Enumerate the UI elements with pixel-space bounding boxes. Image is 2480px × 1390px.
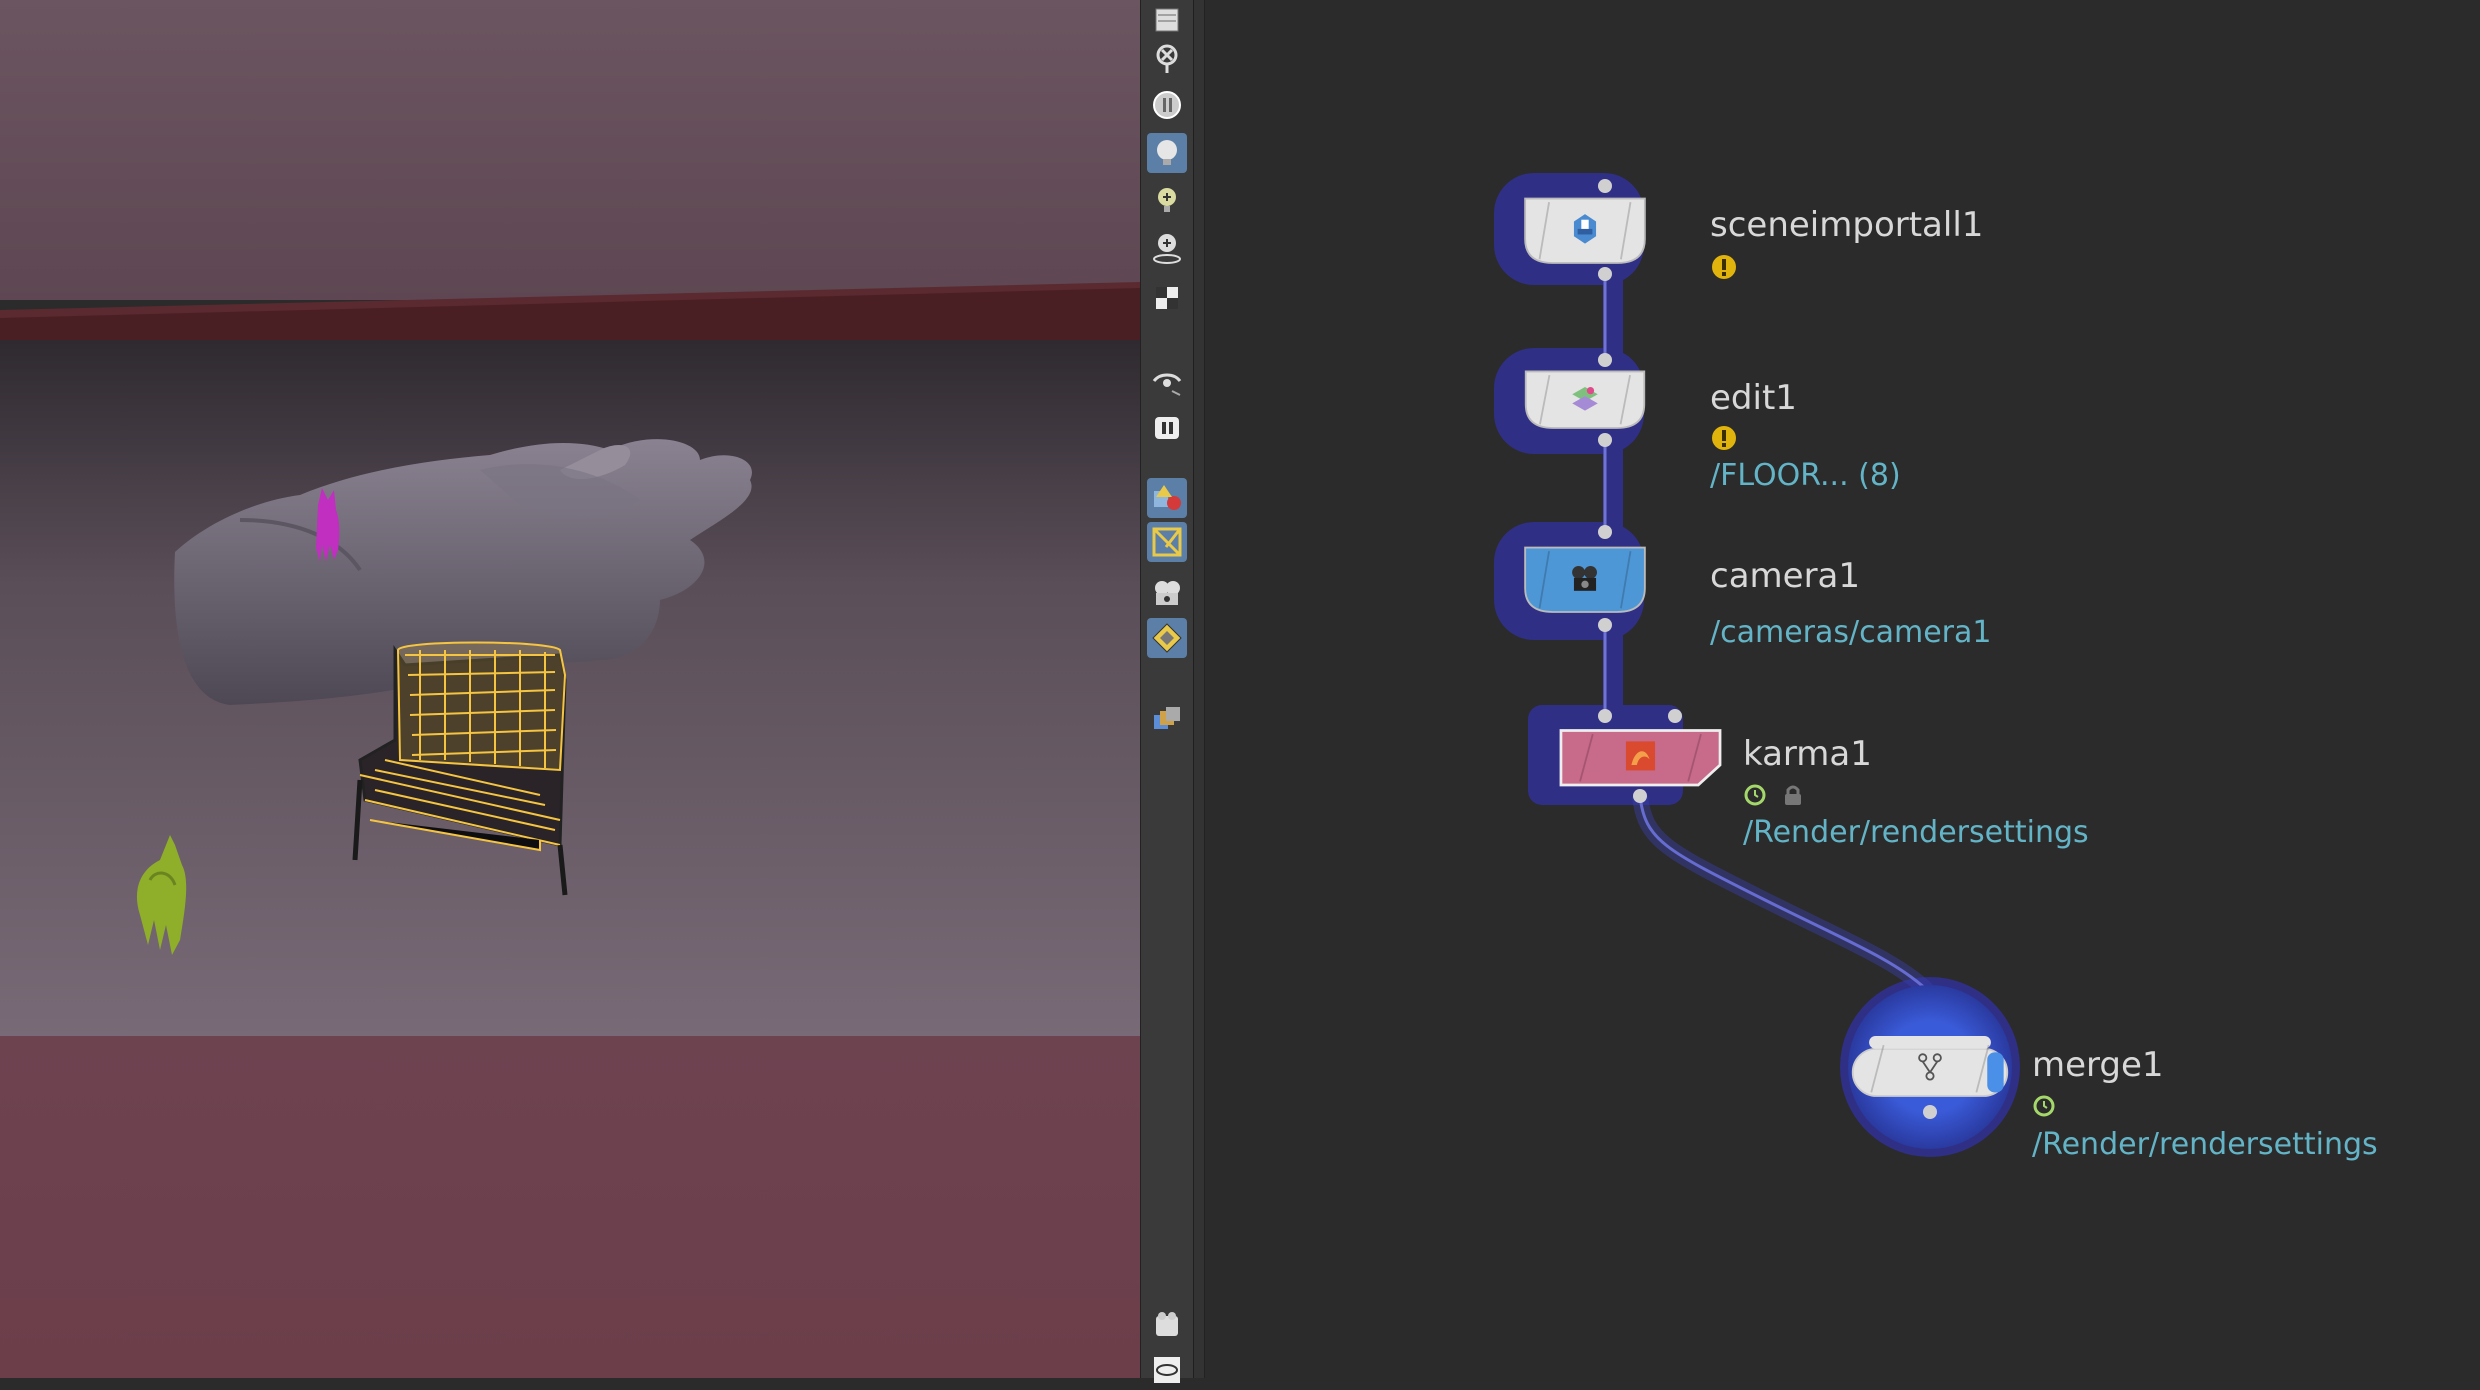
- layers-tool-button[interactable]: [1147, 700, 1187, 740]
- time-dependent-icon: [2032, 1094, 2056, 1122]
- pause-render-icon: [1155, 417, 1179, 439]
- headlight-icon: [1153, 91, 1181, 119]
- light-placer-icon: [1153, 234, 1181, 264]
- camera-reel-icon: [1155, 581, 1180, 605]
- node-port[interactable]: [1598, 525, 1612, 539]
- node-port[interactable]: [1923, 1105, 1937, 1119]
- shapes-tool-button[interactable]: [1147, 478, 1187, 518]
- render-cube-tool-button[interactable]: [1147, 278, 1187, 318]
- node-path-label: /Render/rendersettings: [2032, 1127, 2378, 1162]
- scene-viewport[interactable]: [0, 0, 1140, 1378]
- karma-render-icon: [1625, 741, 1656, 771]
- display-options-tool-button[interactable]: [1147, 0, 1187, 40]
- node-port[interactable]: [1598, 267, 1612, 281]
- node-edit1[interactable]: [1520, 366, 1650, 429]
- lop-close-icon: [1156, 44, 1178, 73]
- view-eye-icon: [1152, 373, 1182, 396]
- add-light-icon: [1158, 188, 1176, 212]
- node-port[interactable]: [1598, 353, 1612, 367]
- view-eye-tool-button[interactable]: [1147, 362, 1187, 402]
- node-merge1[interactable]: [1845, 1036, 2015, 1097]
- node-path-label: /FLOOR... (8): [1710, 458, 1901, 493]
- node-karma1[interactable]: [1553, 725, 1728, 787]
- render-cube-icon: [1156, 287, 1178, 309]
- node-port[interactable]: [1598, 618, 1612, 632]
- node-port[interactable]: [1598, 709, 1612, 723]
- viewport-toolbar: [1140, 0, 1195, 1383]
- time-dependent-icon: [1743, 783, 1767, 811]
- eye-small-tool-button[interactable]: [1147, 1350, 1187, 1390]
- add-light-tool-button[interactable]: [1147, 180, 1187, 220]
- node-label[interactable]: merge1: [2032, 1045, 2164, 1085]
- node-port[interactable]: [1633, 789, 1647, 803]
- snap-diamond-tool-button[interactable]: [1147, 618, 1187, 658]
- node-port[interactable]: [1668, 709, 1682, 723]
- camera-reel-tool-button[interactable]: [1147, 572, 1187, 612]
- viewport-canvas[interactable]: [0, 0, 1140, 1378]
- node-label[interactable]: camera1: [1710, 556, 1860, 596]
- flipbook-icon: [1156, 1312, 1178, 1336]
- foreground-ground: [0, 1036, 1140, 1378]
- light-placer-tool-button[interactable]: [1147, 228, 1187, 268]
- lock-icon: [1781, 783, 1805, 811]
- node-camera1[interactable]: [1520, 542, 1650, 613]
- sky-background: [0, 0, 1140, 300]
- node-port[interactable]: [1598, 179, 1612, 193]
- pane-divider[interactable]: [1194, 0, 1205, 1378]
- select-transform-icon: [1152, 527, 1182, 557]
- headlight-tool-button[interactable]: [1147, 85, 1187, 125]
- pause-render-tool-button[interactable]: [1147, 408, 1187, 448]
- node-path-label: /cameras/camera1: [1710, 615, 1992, 650]
- node-port[interactable]: [1598, 433, 1612, 447]
- warning-icon: [1710, 424, 1738, 456]
- node-sceneimportall1[interactable]: [1520, 193, 1650, 264]
- layers-icon: [1154, 707, 1180, 729]
- lop-close-tool-button[interactable]: [1147, 38, 1187, 78]
- display-options-icon: [1155, 8, 1179, 32]
- node-label[interactable]: edit1: [1710, 378, 1797, 418]
- light-bulb-tool-button[interactable]: [1147, 133, 1187, 173]
- node-path-label: /Render/rendersettings: [1743, 815, 2089, 850]
- light-bulb-icon: [1157, 140, 1177, 165]
- network-editor[interactable]: sceneimportall1 edit1/FLOOR... (8) camera1…: [1205, 0, 2480, 1378]
- shapes-icon: [1154, 485, 1181, 510]
- flipbook-tool-button[interactable]: [1147, 1305, 1187, 1345]
- eye-small-icon: [1154, 1357, 1180, 1383]
- warning-icon: [1710, 253, 1738, 285]
- select-transform-tool-button[interactable]: [1147, 522, 1187, 562]
- node-label[interactable]: sceneimportall1: [1710, 205, 1983, 245]
- node-label[interactable]: karma1: [1743, 734, 1872, 774]
- snap-diamond-icon: [1152, 623, 1182, 653]
